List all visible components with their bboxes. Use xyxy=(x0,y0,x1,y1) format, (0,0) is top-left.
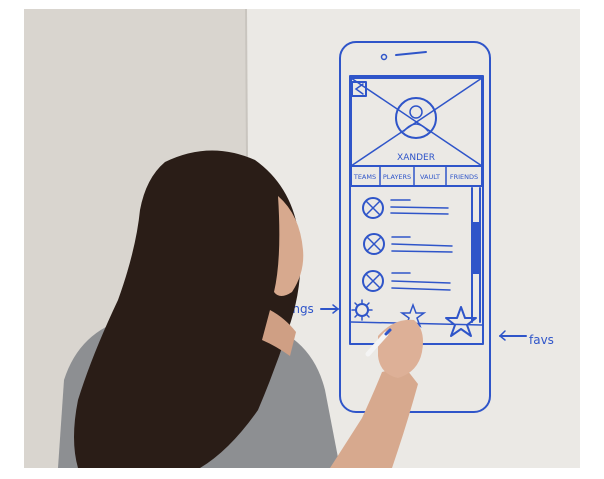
tab-teams[interactable]: TEAMS xyxy=(353,173,376,181)
scrollbar-thumb[interactable] xyxy=(473,222,479,274)
tab-players[interactable]: PLAYERS xyxy=(383,173,411,181)
tab-friends[interactable]: FRIENDS xyxy=(450,173,478,181)
profile-name: XANDER xyxy=(397,153,435,163)
whiteboard-photo: XANDER TEAMS PLAYERS VAULT FRIENDS ings … xyxy=(0,0,604,479)
annotation-right: favs xyxy=(529,333,554,347)
tab-vault[interactable]: VAULT xyxy=(420,173,440,181)
